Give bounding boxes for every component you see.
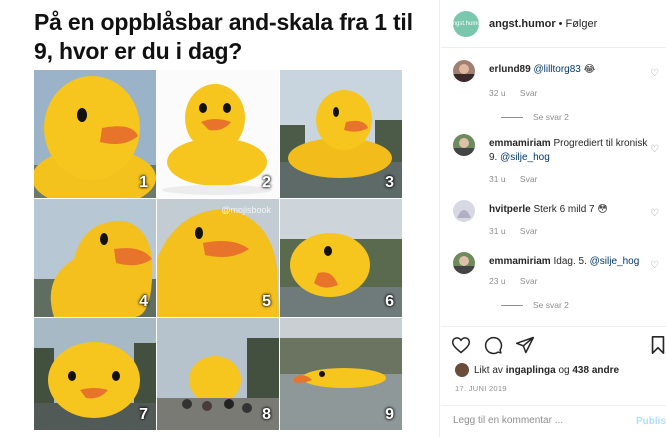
comment-username[interactable]: emmamiriam [489,256,551,267]
comment-time: 31 u [489,226,506,236]
publish-button[interactable]: Publis [636,416,666,427]
follow-status[interactable]: Følger [565,18,597,30]
avatar-text: angst.humor [449,20,483,27]
view-replies-label: Se svar 2 [533,300,569,310]
action-icons [451,335,535,355]
meme-title: På en oppblåsbar and-skala fra 1 til 9, … [34,9,413,64]
emoji: 😳 [597,204,608,215]
duck-tile-3: 3 [280,70,402,198]
comment-body: erlund89 @lilltorg83 😂 [489,63,649,77]
avatar[interactable] [455,363,469,377]
share-icon[interactable] [515,335,535,355]
tile-number: 3 [385,174,394,191]
comment-input[interactable] [453,415,623,426]
duck-tile-1: 1 [34,70,156,198]
heart-icon[interactable] [451,335,471,355]
duck-grid: 1 2 3 4 5 @mojisbook 6 7 8 9 [34,70,402,432]
watermark: @mojisbook [221,205,271,215]
likes-summary: Likt av ingaplinga og 438 andre [455,363,619,377]
comment-body: emmamiriam Progrediert til kronisk 9. @s… [489,137,649,165]
comment-meta: 23 u Svar [489,276,549,286]
avatar[interactable] [453,200,475,222]
duck-tile-6: 6 [280,199,402,317]
duck-tile-2: 2 [157,70,279,198]
tile-number: 6 [385,293,394,310]
comment-mention[interactable]: @silje_hog [590,256,640,267]
view-replies-button[interactable]: Se svar 2 [501,300,569,310]
avatar[interactable] [453,134,475,156]
view-replies-label: Se svar 2 [533,112,569,122]
tile-number: 1 [139,174,148,191]
likes-suffix: og [558,364,570,376]
heart-icon[interactable]: ♡ [650,68,659,79]
heart-icon[interactable]: ♡ [650,144,659,155]
avatar[interactable] [453,252,475,274]
divider [501,304,523,306]
comment-mention[interactable]: @lilltorg83 [533,64,580,75]
duck-tile-7: 7 [34,318,156,430]
reply-button[interactable]: Svar [520,276,537,286]
post-header: angst.humor angst.humor • Følger [441,0,666,48]
heart-icon[interactable]: ♡ [650,208,659,219]
tile-number: 2 [262,174,271,191]
comment-time: 31 u [489,174,506,184]
likes-user[interactable]: ingaplinga [506,365,556,376]
comment-time: 32 u [489,88,506,98]
comment-username[interactable]: hvitperle [489,204,531,215]
divider [501,116,523,118]
comment-icon[interactable] [483,335,503,355]
bookmark-icon[interactable] [650,335,666,355]
post-image: På en oppblåsbar and-skala fra 1 til 9, … [0,0,440,437]
duck-tile-4: 4 [34,199,156,317]
post-sidebar: angst.humor angst.humor • Følger erlund8… [441,0,666,437]
reply-button[interactable]: Svar [520,226,537,236]
likes-others[interactable]: 438 andre [572,365,619,376]
post-actions: Likt av ingaplinga og 438 andre 17. JUNI… [441,326,666,437]
comment-username[interactable]: emmamiriam [489,138,551,149]
tile-number: 8 [262,406,271,423]
comment-time: 23 u [489,276,506,286]
comment-text: Idag. 5. [553,256,587,267]
avatar[interactable] [453,60,475,82]
comment-body: emmamiriam Idag. 5. @silje_hog [489,255,649,269]
comment-meta: 31 u Svar [489,226,549,236]
view-replies-button[interactable]: Se svar 2 [501,112,569,122]
comment-meta: 32 u Svar [489,88,549,98]
avatar[interactable]: angst.humor [449,10,483,37]
header-separator: • [558,17,563,30]
comment-body: hvitperle Sterk 6 mild 7 😳 [489,203,649,217]
header-username[interactable]: angst.humor [489,18,556,30]
post-date: 17. JUNI 2019 [455,384,507,393]
add-comment-bar: Publis [441,405,666,437]
tile-number: 7 [139,406,148,423]
emoji: 😂 [583,64,596,75]
tile-number: 9 [385,406,394,423]
duck-tile-9: 9 [280,318,402,430]
heart-icon[interactable]: ♡ [650,260,659,271]
duck-tile-8: 8 [157,318,279,430]
reply-button[interactable]: Svar [520,174,537,184]
comment-meta: 31 u Svar [489,174,549,184]
duck-tile-5: 5 @mojisbook [157,199,279,317]
tile-number: 5 [262,293,271,310]
likes-prefix: Likt av [474,364,503,376]
tile-number: 4 [139,293,148,310]
reply-button[interactable]: Svar [520,88,537,98]
comment-text: Sterk 6 mild 7 [533,204,595,215]
comment-username[interactable]: erlund89 [489,64,531,75]
comment-mention[interactable]: @silje_hog [500,152,550,163]
